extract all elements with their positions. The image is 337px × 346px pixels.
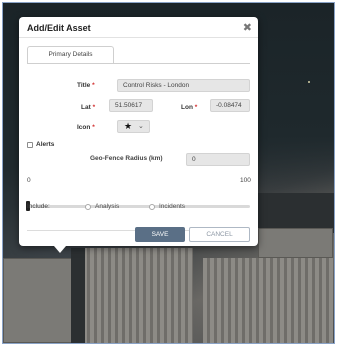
save-button[interactable]: SAVE [135, 227, 185, 242]
street [71, 248, 85, 343]
icon-label-text: Icon [77, 124, 91, 131]
divider [27, 63, 250, 64]
alerts-label: Alerts [36, 141, 55, 148]
required-mark: * [92, 124, 95, 131]
chevron-down-icon: ⌄ [138, 123, 144, 130]
include-analysis-radio[interactable] [85, 204, 91, 210]
longitude-input[interactable]: -0.08474 [210, 99, 250, 112]
divider [19, 37, 258, 38]
popup-pointer [54, 246, 66, 253]
alerts-checkbox[interactable] [27, 142, 33, 148]
slider-min-label: 0 [27, 177, 31, 184]
icon-select[interactable]: ★ ⌄ [117, 120, 150, 133]
dialog-title: Add/Edit Asset [27, 23, 91, 33]
add-edit-asset-dialog: Add/Edit Asset ✖ Primary Details Title *… [19, 17, 258, 246]
include-incidents-radio[interactable] [149, 204, 155, 210]
required-mark: * [194, 104, 198, 111]
geofence-radius-label: Geo-Fence Radius (km) [90, 155, 163, 162]
building [258, 228, 333, 258]
latitude-input[interactable]: 51.50617 [109, 99, 153, 112]
required-mark: * [92, 82, 95, 89]
title-input[interactable]: Control Risks - London [117, 79, 250, 92]
include-analysis-label: Analysis [95, 203, 120, 210]
required-mark: * [92, 104, 96, 111]
lat-label: Lat * [81, 104, 95, 111]
lon-label: Lon * [181, 104, 197, 111]
building-roof [203, 258, 333, 343]
boat-marker [308, 81, 310, 83]
lon-label-text: Lon [181, 104, 193, 111]
include-label: Include: [27, 203, 50, 210]
map-viewport[interactable]: Add/Edit Asset ✖ Primary Details Title *… [2, 2, 335, 344]
tab-primary-details[interactable]: Primary Details [27, 46, 114, 64]
building [3, 258, 73, 343]
lat-label-text: Lat [81, 104, 91, 111]
geofence-slider-track[interactable] [27, 205, 250, 208]
star-icon: ★ [124, 121, 133, 131]
close-icon[interactable]: ✖ [243, 21, 252, 34]
cancel-button[interactable]: CANCEL [189, 227, 250, 242]
geofence-radius-input[interactable]: 0 [186, 153, 250, 166]
embankment [253, 193, 334, 233]
slider-max-label: 100 [240, 177, 251, 184]
include-incidents-label: Incidents [159, 203, 186, 210]
title-label-text: Title [77, 82, 91, 89]
building-roof [83, 248, 193, 343]
icon-label: Icon * [77, 124, 95, 131]
title-label: Title * [77, 82, 95, 89]
